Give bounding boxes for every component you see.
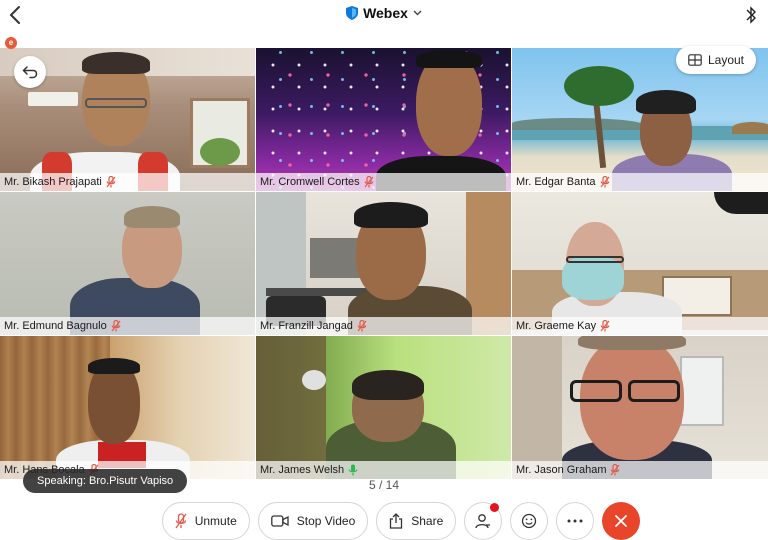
active-speaker-banner: Speaking: Bro.Pisutr Vapiso <box>23 469 188 493</box>
video-tile[interactable]: Mr. Graeme Kay <box>512 192 768 335</box>
participant-nameplate: Mr. Bikash Prajapati <box>0 173 255 191</box>
participant-name: Mr. Jason Graham <box>516 464 607 476</box>
participant-nameplate: Mr. Graeme Kay <box>512 317 768 335</box>
chevron-down-icon <box>413 10 422 16</box>
share-label: Share <box>411 514 444 528</box>
mic-muted-icon <box>364 176 374 188</box>
participant-name: Mr. Edmund Bagnulo <box>4 320 107 332</box>
top-bar: Webex <box>0 0 768 30</box>
layout-label: Layout <box>707 53 744 67</box>
video-tile[interactable]: Mr. Franzill Jangad <box>256 192 511 335</box>
grid-layout-icon <box>688 54 702 66</box>
reactions-button[interactable] <box>510 502 549 540</box>
mic-muted-icon <box>357 320 367 332</box>
participant-nameplate: Mr. Franzill Jangad <box>256 317 511 335</box>
smiley-icon <box>522 513 537 529</box>
mic-muted-icon <box>600 320 610 332</box>
video-tile[interactable]: Mr. James Welsh <box>256 336 511 479</box>
exit-fullscreen-button[interactable] <box>14 56 46 88</box>
end-call-button[interactable] <box>602 502 641 540</box>
meeting-controls: Unmute Stop Video Share <box>0 502 768 540</box>
video-grid: Mr. Bikash Prajapati Mr. Cromwell Cortes <box>0 48 768 480</box>
share-button[interactable]: Share <box>376 502 457 540</box>
participant-nameplate: Mr. Cromwell Cortes <box>256 173 511 191</box>
video-tile[interactable]: Mr. Jason Graham <box>512 336 768 479</box>
mic-muted-icon <box>175 513 187 529</box>
unmute-button[interactable]: Unmute <box>161 502 250 540</box>
more-options-button[interactable] <box>556 502 595 540</box>
participants-icon <box>475 514 491 529</box>
mic-muted-icon <box>106 176 116 188</box>
layout-button[interactable]: Layout <box>675 46 756 74</box>
video-camera-icon <box>270 515 289 527</box>
webex-shield-icon <box>346 6 359 20</box>
stop-video-label: Stop Video <box>296 514 356 528</box>
participant-name: Mr. James Welsh <box>260 464 345 476</box>
participants-button[interactable] <box>464 502 503 540</box>
return-arrow-icon <box>22 66 38 79</box>
participant-nameplate: Mr. Edgar Banta <box>512 173 768 191</box>
recording-badge: e <box>5 37 17 49</box>
meeting-title[interactable]: Webex <box>0 5 768 21</box>
unmute-label: Unmute <box>194 514 237 528</box>
participant-name: Mr. Cromwell Cortes <box>260 176 360 188</box>
close-icon <box>615 515 628 527</box>
participant-name: Mr. Edgar Banta <box>516 176 596 188</box>
participant-name: Mr. Franzill Jangad <box>260 320 353 332</box>
video-tile[interactable]: Mr. Hans Bocala <box>0 336 255 479</box>
participant-nameplate: Mr. Edmund Bagnulo <box>0 317 255 335</box>
participant-nameplate: Mr. James Welsh <box>256 461 511 479</box>
mic-muted-icon <box>111 320 121 332</box>
video-tile[interactable]: Mr. Cromwell Cortes <box>256 48 511 191</box>
app-title: Webex <box>363 5 408 21</box>
participant-name: Mr. Graeme Kay <box>516 320 597 332</box>
video-tile[interactable]: Mr. Edmund Bagnulo <box>0 192 255 335</box>
participant-nameplate: Mr. Jason Graham <box>512 461 768 479</box>
active-speaker-text: Speaking: Bro.Pisutr Vapiso <box>37 475 174 487</box>
mic-active-icon <box>348 464 358 476</box>
participant-name: Mr. Bikash Prajapati <box>4 176 102 188</box>
stop-video-button[interactable]: Stop Video <box>257 502 369 540</box>
mic-muted-icon <box>611 464 620 476</box>
share-icon <box>390 513 403 529</box>
more-icon <box>567 519 583 523</box>
bluetooth-icon <box>746 6 756 24</box>
mic-muted-icon <box>600 176 609 188</box>
webex-app: Webex e Mr. Bikash Prajapati Mr. Cromwel… <box>0 0 768 540</box>
notification-dot <box>490 503 500 512</box>
